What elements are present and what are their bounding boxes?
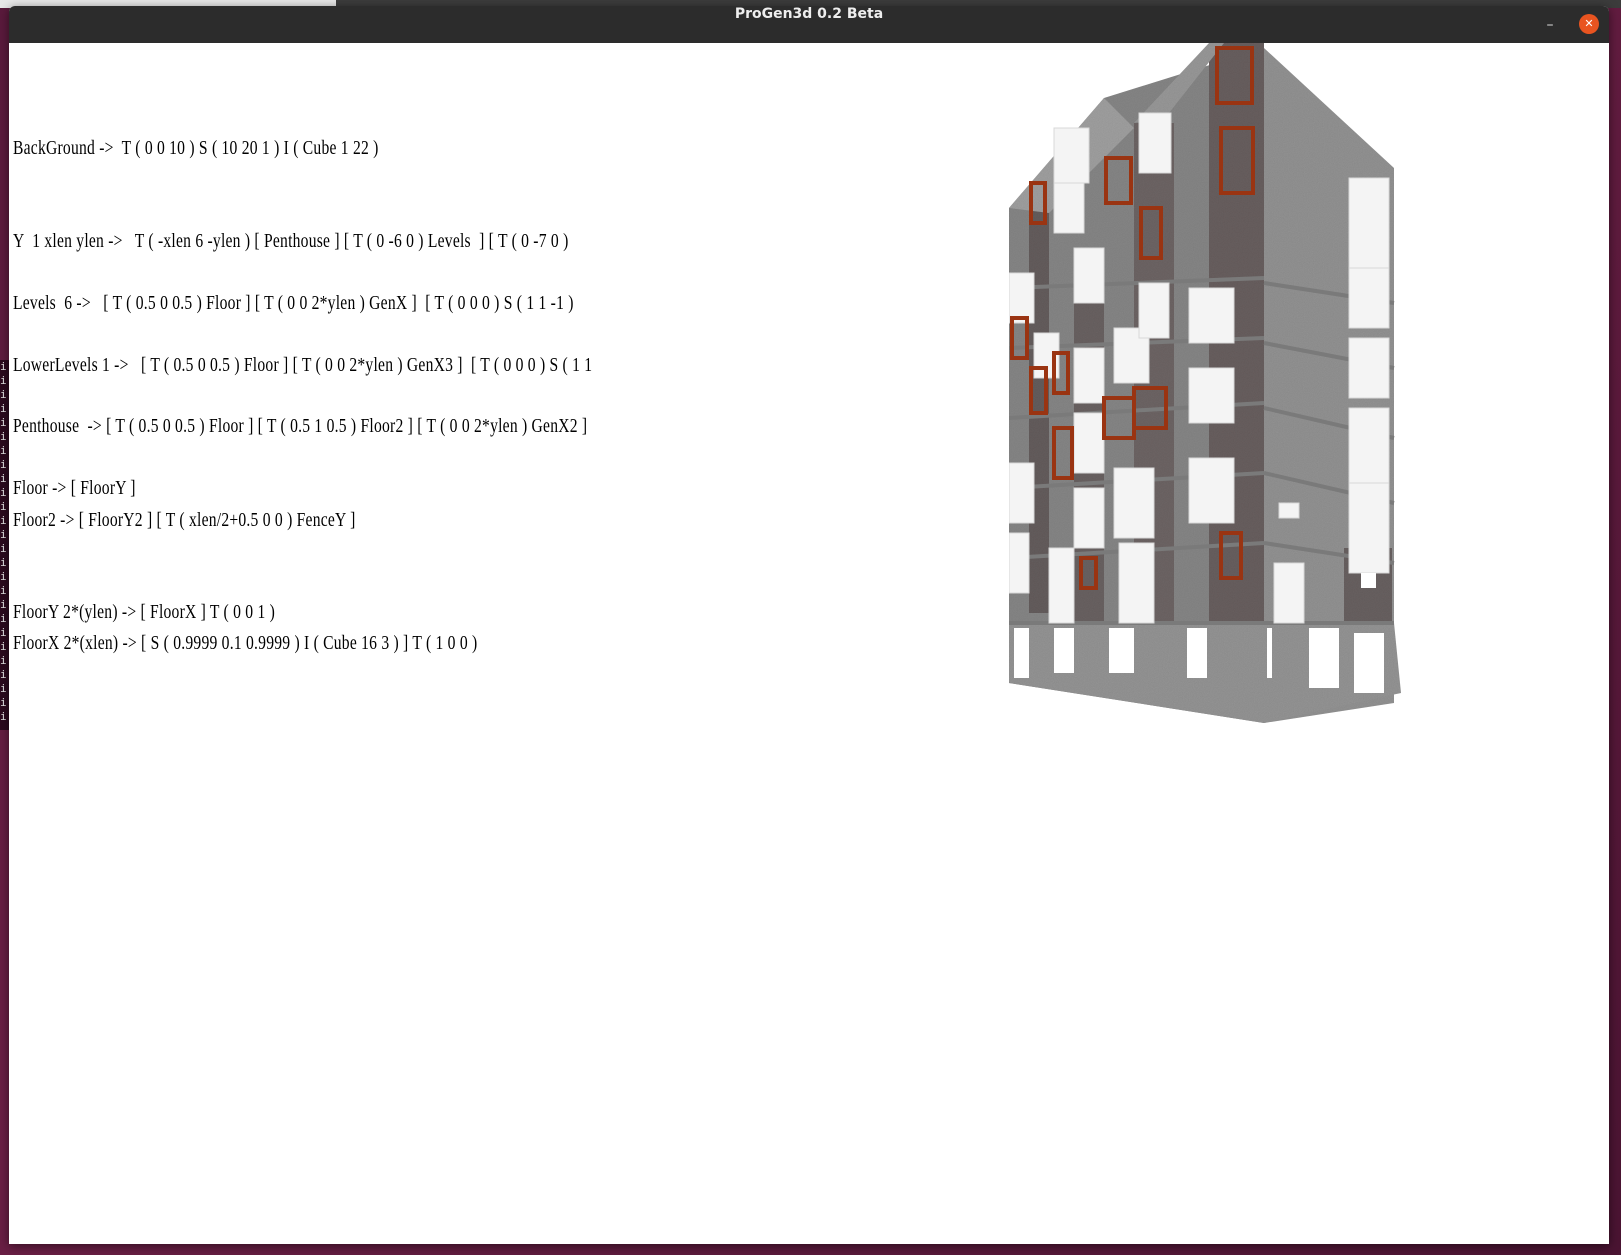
terminal-char: i (0, 444, 7, 457)
terminal-char: i (0, 570, 7, 583)
terminal-char: i (0, 500, 7, 513)
terminal-char: i (0, 584, 7, 597)
terminal-char: i (0, 458, 7, 471)
close-button[interactable]: ✕ (1579, 14, 1599, 34)
rule-floory: FloorY 2*(ylen) -> [ FloorX ] T ( 0 0 1 … (13, 601, 276, 623)
terminal-char: i (0, 682, 7, 695)
terminal-char: i (0, 710, 7, 723)
titlebar: ProGen3d 0.2 Beta – ✕ (9, 6, 1609, 43)
rule-lower-levels: LowerLevels 1 -> [ T ( 0.5 0 0.5 ) Floor… (13, 354, 593, 376)
terminal-char: i (0, 640, 7, 653)
terminal-char: i (0, 360, 7, 373)
rule-floorx: FloorX 2*(xlen) -> [ S ( 0.9999 0.1 0.99… (13, 632, 478, 654)
rule-floor2: Floor2 -> [ FloorY2 ] [ T ( xlen/2+0.5 0… (13, 509, 356, 531)
terminal-char: i (0, 416, 7, 429)
terminal-char: i (0, 388, 7, 401)
terminal-char: i (0, 626, 7, 639)
terminal-char: i (0, 542, 7, 555)
rule-levels: Levels 6 -> [ T ( 0.5 0 0.5 ) Floor ] [ … (13, 292, 574, 314)
window-title: ProGen3d 0.2 Beta (734, 6, 884, 22)
terminal-char: i (0, 696, 7, 709)
terminal-char: i (0, 374, 7, 387)
terminal-char: i (0, 402, 7, 415)
rule-floor: Floor -> [ FloorY ] (13, 477, 136, 499)
terminal-char: i (0, 612, 7, 625)
terminal-char: i (0, 514, 7, 527)
terminal-char: i (0, 486, 7, 499)
grammar-rules-panel: BackGround -> T ( 0 0 10 ) S ( 10 20 1 )… (13, 43, 813, 743)
side-window (1361, 573, 1376, 588)
terminal-char: i (0, 598, 7, 611)
minimize-button[interactable]: – (1539, 14, 1561, 36)
rule-y: Y 1 xlen ylen -> T ( -xlen 6 -ylen ) [ P… (13, 230, 569, 252)
render-canvas[interactable]: BackGround -> T ( 0 0 10 ) S ( 10 20 1 )… (9, 43, 1609, 1244)
background-terminal-edge: iiiiiiiiiiiiiiiiiiiiiiiiii (0, 360, 9, 730)
terminal-char: i (0, 528, 7, 541)
terminal-char: i (0, 654, 7, 667)
terminal-char: i (0, 668, 7, 681)
building-3d-render (1009, 43, 1401, 723)
app-window: ProGen3d 0.2 Beta – ✕ BackGround -> T ( … (9, 6, 1609, 1244)
terminal-char: i (0, 472, 7, 485)
rule-background: BackGround -> T ( 0 0 10 ) S ( 10 20 1 )… (13, 137, 379, 159)
terminal-char: i (0, 556, 7, 569)
rule-penthouse: Penthouse -> [ T ( 0.5 0 0.5 ) Floor ] [… (13, 415, 588, 437)
terminal-char: i (0, 430, 7, 443)
